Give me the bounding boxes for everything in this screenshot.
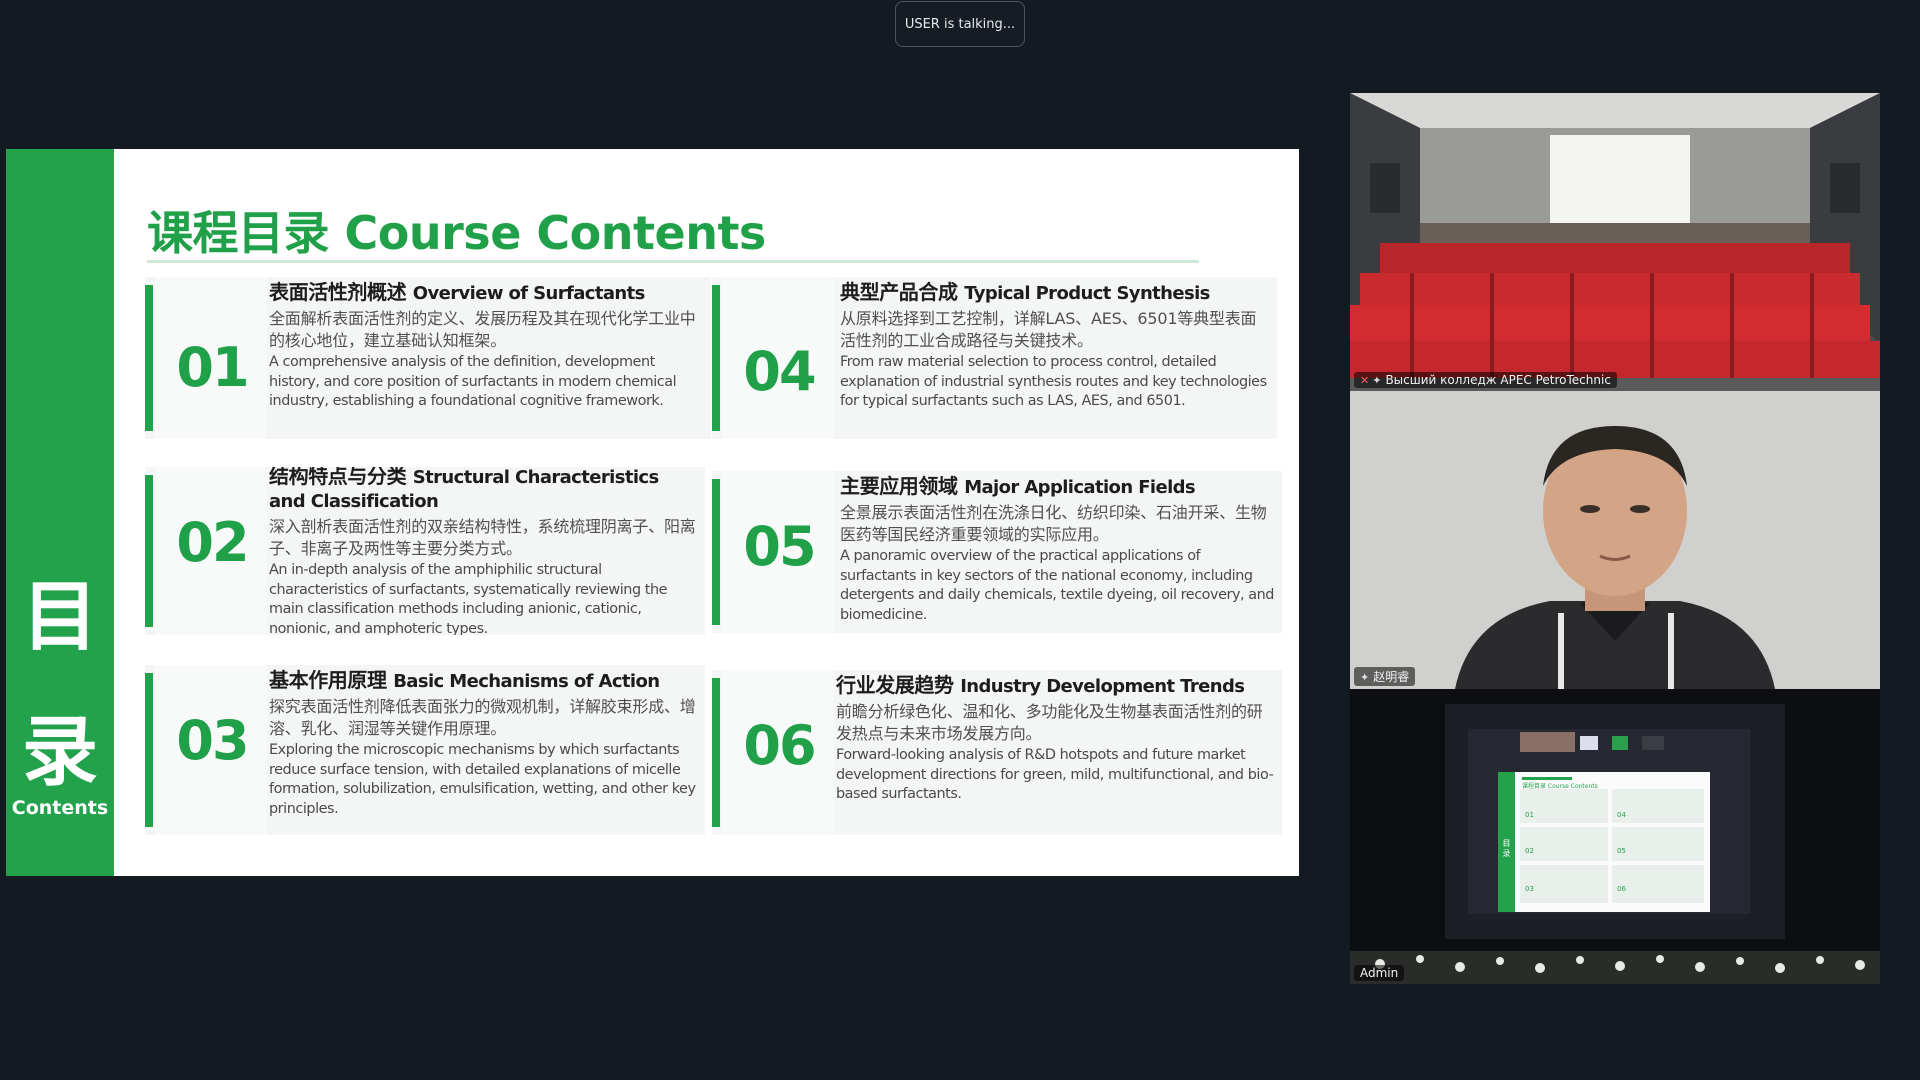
card-desc-en: Forward-looking analysis of R&D hotspots… [836, 747, 1274, 802]
card-accent-bar [145, 285, 153, 431]
thumb-num-06: 06 [1617, 885, 1626, 893]
content-card-05: 05 主要应用领域 Major Application Fields 全景展示表… [712, 471, 1282, 633]
side-char-2: 录 [22, 707, 98, 796]
card-title-zh: 典型产品合成 [840, 280, 958, 304]
card-title-zh: 主要应用领域 [840, 474, 958, 498]
video-tile-presenter[interactable]: ✦ 赵明睿 [1350, 391, 1880, 689]
thumb-num-02: 02 [1525, 847, 1534, 855]
card-heading: 基本作用原理 Basic Mechanisms of Action [269, 669, 697, 693]
participant-label: ✕ ✦ Высший колледж APEC PetroTechnic [1354, 372, 1617, 388]
card-desc-zh: 深入剖析表面活性剂的双亲结构特性，系统梳理阴离子、阳离子、非离子及两性等主要分类… [269, 517, 696, 558]
mic-muted-icon: ✕ [1360, 374, 1370, 387]
card-number: 05 [743, 515, 816, 578]
card-heading: 行业发展趋势 Industry Development Trends [836, 674, 1274, 698]
thumb-num-03: 03 [1525, 885, 1534, 893]
card-body: 主要应用领域 Major Application Fields 全景展示表面活性… [840, 475, 1274, 625]
card-accent-bar [712, 479, 720, 625]
card-desc-en: From raw material selection to process c… [840, 354, 1267, 409]
card-desc-en: An in-depth analysis of the amphiphilic … [269, 562, 668, 635]
card-title-en: Major Application Fields [964, 477, 1196, 498]
talking-text: USER is talking... [904, 16, 1016, 32]
card-accent-bar [145, 673, 153, 827]
classroom-video-image [1350, 93, 1880, 391]
card-number: 01 [176, 336, 249, 399]
card-heading: 结构特点与分类 Structural Characteristics and C… [269, 467, 697, 513]
card-accent-bar [712, 285, 720, 431]
thumb-slide-title: 课程目录 Course Contents [1522, 783, 1598, 790]
video-tile-classroom[interactable]: ✕ ✦ Высший колледж APEC PetroTechnic [1350, 93, 1880, 391]
card-title-en: Industry Development Trends [960, 676, 1245, 697]
card-heading: 典型产品合成 Typical Product Synthesis [840, 281, 1269, 305]
card-desc-en: A comprehensive analysis of the definiti… [269, 354, 677, 409]
card-title-en: Typical Product Synthesis [964, 283, 1210, 304]
slide-title: 课程目录 Course Contents [147, 206, 766, 260]
content-card-03: 03 基本作用原理 Basic Mechanisms of Action 探究表… [145, 665, 705, 835]
shared-screen-slide: 目 录 Contents 课程目录 Course Contents 01 表面活… [6, 149, 1299, 876]
card-body: 行业发展趋势 Industry Development Trends 前瞻分析绿… [836, 674, 1274, 805]
thumb-num-01: 01 [1525, 811, 1534, 819]
card-title-zh: 表面活性剂概述 [269, 280, 407, 304]
participant-label: ✦ 赵明睿 [1354, 667, 1416, 686]
presenter-video-image [1350, 391, 1880, 689]
participant-name: 赵明睿 [1373, 670, 1410, 684]
thumb-num-05: 05 [1617, 847, 1626, 855]
content-card-04: 04 典型产品合成 Typical Product Synthesis 从原料选… [712, 277, 1277, 439]
card-title-en: Basic Mechanisms of Action [393, 671, 660, 692]
projector-video-image [1350, 689, 1880, 984]
card-number: 04 [743, 340, 816, 403]
card-body: 表面活性剂概述 Overview of Surfactants 全面解析表面活性… [269, 281, 703, 412]
card-number: 06 [743, 714, 816, 777]
card-accent-bar [145, 475, 153, 627]
pin-icon: ✦ [1360, 671, 1370, 684]
card-title-zh: 基本作用原理 [269, 668, 387, 692]
card-body: 基本作用原理 Basic Mechanisms of Action 探究表面活性… [269, 669, 697, 819]
card-heading: 表面活性剂概述 Overview of Surfactants [269, 281, 703, 305]
pin-icon: ✦ [1372, 374, 1382, 387]
participant-label: Admin [1354, 965, 1405, 981]
card-desc-en: A panoramic overview of the practical ap… [840, 548, 1274, 623]
card-number: 02 [176, 511, 249, 574]
card-body: 典型产品合成 Typical Product Synthesis 从原料选择到工… [840, 281, 1269, 412]
thumb-num-04: 04 [1617, 811, 1626, 819]
card-number: 03 [176, 709, 249, 772]
card-heading: 主要应用领域 Major Application Fields [840, 475, 1274, 499]
card-title-zh: 行业发展趋势 [836, 673, 954, 697]
side-char-1: 目 [22, 572, 98, 661]
card-title-zh: 结构特点与分类 [269, 467, 407, 488]
card-desc-zh: 全面解析表面活性剂的定义、发展历程及其在现代化学工业中的核心地位，建立基础认知框… [269, 309, 696, 350]
card-desc-zh: 前瞻分析绿色化、温和化、多功能化及生物基表面活性剂的研发热点与未来市场发展方向。 [836, 702, 1263, 743]
card-title-en: Overview of Surfactants [412, 283, 646, 304]
card-body: 结构特点与分类 Structural Characteristics and C… [269, 467, 697, 635]
content-card-02: 02 结构特点与分类 Structural Characteristics an… [145, 467, 705, 635]
card-desc-zh: 全景展示表面活性剂在洗涤日化、纺织印染、石油开采、生物医药等国民经济重要领域的实… [840, 503, 1267, 544]
card-accent-bar [712, 678, 720, 827]
title-divider [147, 260, 1199, 263]
content-card-06: 06 行业发展趋势 Industry Development Trends 前瞻… [712, 670, 1282, 835]
side-label: Contents [11, 797, 109, 819]
thumb-side-label: 目录 [1502, 839, 1511, 858]
participant-name: Высший колледж APEC PetroTechnic [1385, 373, 1611, 387]
card-desc-zh: 探究表面活性剂降低表面张力的微观机制，详解胶束形成、增溶、乳化、润湿等关键作用原… [269, 697, 696, 738]
content-card-01: 01 表面活性剂概述 Overview of Surfactants 全面解析表… [145, 277, 711, 439]
slide-side-bar: 目 录 Contents [6, 149, 114, 876]
talking-indicator: USER is talking... [895, 1, 1025, 47]
card-desc-en: Exploring the microscopic mechanisms by … [269, 742, 696, 817]
meeting-window: USER is talking... 目 录 Contents 课程目录 Cou… [0, 0, 1920, 1080]
participant-name: Admin [1360, 966, 1399, 980]
video-tile-projector[interactable]: 课程目录 Course Contents 目录 01 02 03 04 05 0… [1350, 689, 1880, 984]
card-desc-zh: 从原料选择到工艺控制，详解LAS、AES、6501等典型表面活性剂的工业合成路径… [840, 309, 1257, 350]
